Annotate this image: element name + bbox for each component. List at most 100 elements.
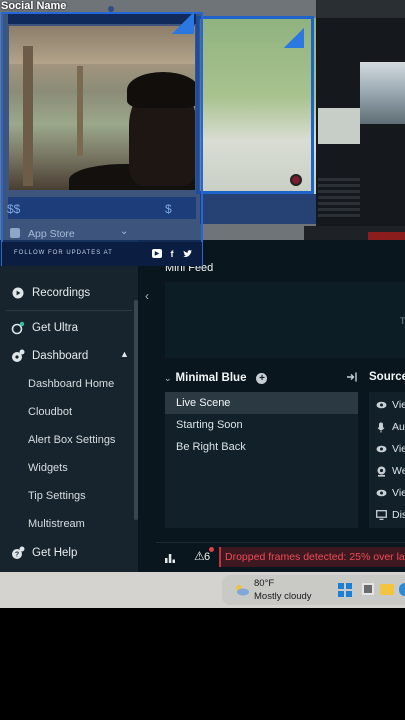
sidebar-item-label: Get Ultra	[32, 322, 79, 334]
eye-icon[interactable]	[375, 443, 387, 455]
display-icon[interactable]	[375, 509, 387, 521]
source-label: Vie	[392, 443, 405, 455]
dashboard-icon	[11, 349, 25, 363]
add-scene-button[interactable]: +	[256, 372, 268, 384]
overlay-currency-right: $	[165, 202, 172, 216]
play-circle-icon	[11, 286, 25, 300]
browser-icon[interactable]	[399, 583, 405, 596]
source-item[interactable]: Vie	[375, 394, 405, 416]
mini-feed-hint: T	[400, 316, 405, 326]
source-item[interactable]: Aud	[375, 416, 405, 438]
weather-temperature: 80°F	[254, 578, 275, 589]
sources-title: Source	[369, 371, 405, 383]
webcam-background-post	[77, 66, 83, 156]
overlay-social-icons: ▶ f	[152, 248, 192, 259]
source-item[interactable]: Vie	[375, 438, 405, 460]
source-label: Vie	[392, 487, 405, 499]
eye-icon[interactable]	[375, 399, 387, 411]
overlay-title: Social Name	[1, 0, 67, 12]
webcam-person-hair	[127, 72, 195, 108]
overlay-app-store-row: App Store ⌄	[6, 224, 196, 240]
scenes-list: Live Scene Starting Soon Be Right Back	[165, 392, 358, 528]
scene-transition-icon[interactable]	[346, 371, 360, 385]
source-item[interactable]: Dis	[375, 504, 405, 526]
overlay-top-bar	[8, 14, 196, 24]
eye-icon[interactable]	[375, 487, 387, 499]
background-nested-alert	[368, 232, 405, 240]
overlay-corner-accent	[172, 12, 194, 34]
youtube-icon: ▶	[152, 249, 162, 258]
notification-dot	[209, 547, 214, 552]
source-label: Vie	[392, 399, 405, 411]
weather-widget[interactable]: 80°F Mostly cloudy	[222, 575, 405, 605]
overlay-app-store-label: App Store	[28, 228, 75, 240]
social-name-overlay: $$ $ App Store ⌄ FOLLOW FOR UPDATES AT ▶…	[0, 0, 204, 268]
scene-item-starting-soon[interactable]: Starting Soon	[165, 414, 358, 436]
sidebar-subitem-multistream[interactable]: Multistream	[28, 514, 85, 534]
sidebar-divider	[6, 310, 132, 311]
source-item[interactable]: Vie	[375, 482, 405, 504]
source-label: We	[392, 465, 405, 477]
sidebar-item-dashboard[interactable]: Dashboard ▲	[0, 343, 138, 369]
warning-count: 6	[204, 551, 211, 563]
twitter-icon	[182, 249, 192, 258]
stats-icon[interactable]	[164, 551, 176, 563]
webcam-background-post	[23, 46, 33, 186]
cloudy-weather-icon	[234, 583, 250, 596]
sidebar-item-get-ultra[interactable]: Get Ultra	[0, 315, 138, 341]
facebook-icon: f	[170, 248, 174, 259]
background-corner-accent	[284, 28, 304, 48]
help-icon: ?	[11, 546, 25, 560]
ultra-icon	[11, 321, 25, 335]
svg-text:?: ?	[15, 552, 19, 559]
mini-feed-panel	[165, 282, 405, 358]
overlay-follow-text: FOLLOW FOR UPDATES AT	[14, 250, 113, 256]
app-store-icon	[10, 228, 20, 238]
sidebar-item-label: Recordings	[32, 287, 91, 299]
overlay-top-dot	[108, 6, 114, 12]
sidebar-subitem-alert-box-settings[interactable]: Alert Box Settings	[28, 430, 115, 450]
file-explorer-icon[interactable]	[380, 584, 394, 595]
source-label: Aud	[392, 421, 405, 433]
collapse-sidebar-button[interactable]: ‹	[140, 288, 154, 304]
sidebar: Recordings Get Ultra Dashboard ▲ Dashboa…	[0, 240, 138, 572]
chevron-down-icon[interactable]: ⌄	[164, 373, 172, 384]
start-menu-icon[interactable]	[338, 583, 352, 597]
weather-description: Mostly cloudy	[254, 591, 312, 602]
background-nested-preview	[360, 62, 405, 124]
webcam-feed	[9, 26, 195, 190]
status-footer: ⚠ 6 Dropped frames detected: 25% over la…	[156, 542, 405, 572]
overlay-footer: FOLLOW FOR UPDATES AT ▶ f	[2, 242, 202, 266]
editor-main: Mini Feed T ⌄ Minimal Blue + Live Scene …	[156, 240, 405, 572]
background-record-dot	[290, 174, 302, 186]
sidebar-subitem-widgets[interactable]: Widgets	[28, 458, 68, 478]
background-nested-list	[318, 178, 360, 218]
windows-taskbar: 80°F Mostly cloudy	[0, 572, 405, 608]
mic-icon[interactable]	[375, 421, 387, 433]
sources-list: Vie Aud Vie We Vie Dis	[369, 392, 405, 528]
source-item[interactable]: We	[375, 460, 405, 482]
sidebar-item-label: Get Help	[32, 547, 78, 559]
background-overlay-strip	[200, 194, 318, 224]
sidebar-item-label: Dashboard	[32, 350, 89, 362]
scene-item-be-right-back[interactable]: Be Right Back	[165, 436, 358, 458]
taskbar-app-icon[interactable]	[362, 583, 374, 595]
sidebar-scrollbar[interactable]	[134, 300, 138, 520]
sidebar-subitem-dashboard-home[interactable]: Dashboard Home	[28, 374, 114, 394]
scenes-header: ⌄ Minimal Blue +	[164, 370, 268, 386]
sidebar-item-recordings[interactable]: Recordings	[0, 280, 138, 306]
dropped-frames-alert[interactable]: Dropped frames detected: 25% over last 2	[219, 547, 405, 567]
sidebar-subitem-cloudbot[interactable]: Cloudbot	[28, 402, 72, 422]
sidebar-item-get-help[interactable]: ? Get Help	[0, 540, 138, 566]
source-label: Dis	[392, 509, 405, 521]
background-window-titlebar	[316, 0, 405, 18]
chevron-down-icon: ⌄	[120, 226, 129, 237]
webcam-icon[interactable]	[375, 465, 387, 477]
sidebar-subitem-tip-settings[interactable]: Tip Settings	[28, 486, 86, 506]
webcam-background-roof	[9, 26, 195, 64]
scene-item-live-scene[interactable]: Live Scene	[165, 392, 358, 414]
streamlabs-window: Recordings Get Ultra Dashboard ▲ Dashboa…	[0, 240, 405, 572]
scene-collection-title[interactable]: Minimal Blue	[176, 372, 247, 384]
chevron-up-icon[interactable]: ▲	[120, 349, 129, 359]
overlay-currency-left: $$	[7, 202, 21, 216]
